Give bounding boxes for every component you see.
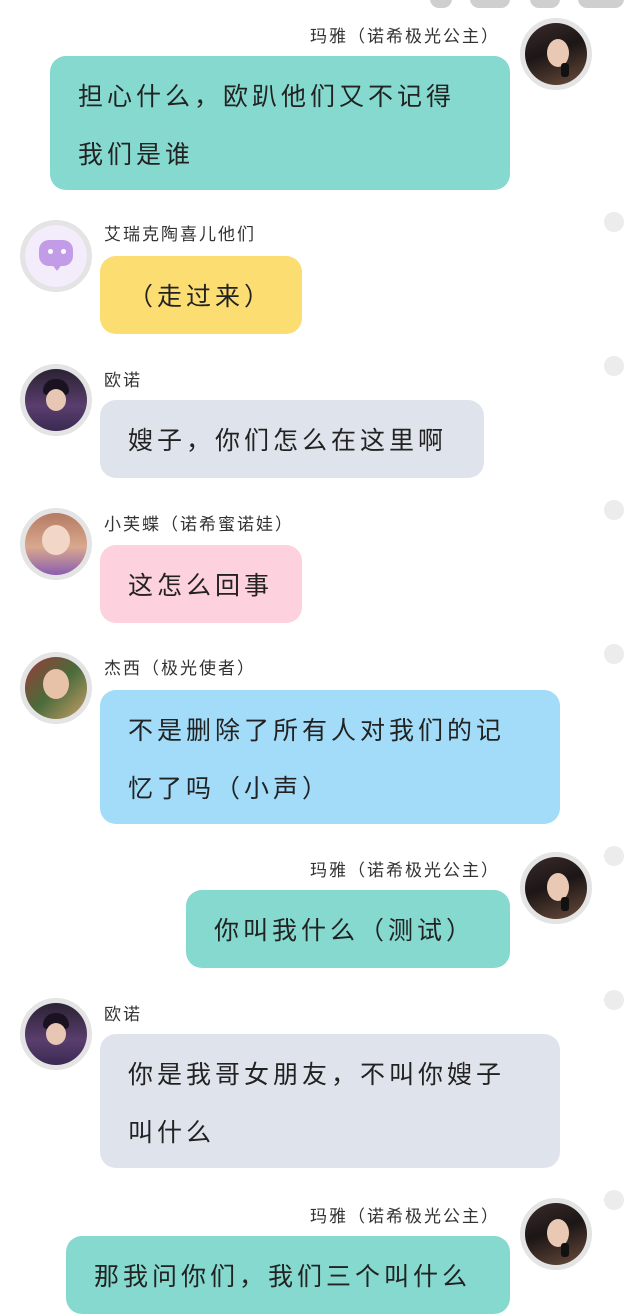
sender-name: 玛雅（诺希极光公主） — [310, 27, 500, 47]
message-line: （走过来） — [128, 282, 274, 311]
avatar[interactable] — [520, 18, 592, 90]
avatar[interactable] — [20, 998, 92, 1070]
sender-name: 杰西（极光使者） — [104, 659, 256, 679]
avatar[interactable] — [20, 652, 92, 724]
message-line: 叫什么 — [128, 1118, 216, 1147]
status-bar-remnant — [0, 0, 640, 14]
avatar[interactable] — [20, 220, 92, 292]
select-radio[interactable] — [604, 500, 624, 520]
message-line: 这怎么回事 — [128, 571, 274, 600]
sender-name: 玛雅（诺希极光公主） — [310, 1207, 500, 1227]
xiaofudie-avatar-icon — [25, 513, 87, 575]
status-icon — [578, 0, 624, 8]
message-line: 嫂子，你们怎么在这里啊 — [128, 426, 448, 455]
ouno-avatar-icon — [25, 1003, 87, 1065]
message-line: 不是删除了所有人对我们的记 — [128, 716, 506, 745]
chat-bubble-avatar-icon — [25, 225, 87, 287]
sender-name: 欧诺 — [104, 371, 142, 391]
select-radio[interactable] — [604, 1190, 624, 1210]
status-icon — [430, 0, 452, 8]
message-bubble[interactable]: 这怎么回事 — [100, 545, 302, 623]
status-icon — [470, 0, 510, 8]
maya-avatar-icon — [525, 23, 587, 85]
message-line: 忆了吗（小声） — [128, 774, 332, 803]
message-line: 那我问你们，我们三个叫什么 — [94, 1262, 472, 1291]
avatar[interactable] — [520, 1198, 592, 1270]
message-bubble[interactable]: 嫂子，你们怎么在这里啊 — [100, 400, 484, 478]
maya-avatar-icon — [525, 857, 587, 919]
message-line: 我们是谁 — [78, 140, 195, 169]
sender-name: 艾瑞克陶喜儿他们 — [104, 225, 256, 245]
select-radio[interactable] — [604, 846, 624, 866]
select-radio[interactable] — [604, 212, 624, 232]
sender-name: 玛雅（诺希极光公主） — [310, 861, 500, 881]
message-bubble[interactable]: 那我问你们，我们三个叫什么 — [66, 1236, 510, 1314]
message-line: 担心什么，欧趴他们又不记得 — [78, 82, 456, 111]
message-bubble[interactable]: 担心什么，欧趴他们又不记得 我们是谁 — [50, 56, 510, 190]
avatar[interactable] — [20, 364, 92, 436]
message-bubble[interactable]: 你叫我什么（测试） — [186, 890, 510, 968]
status-icon — [530, 0, 560, 8]
message-bubble[interactable]: 你是我哥女朋友，不叫你嫂子 叫什么 — [100, 1034, 560, 1168]
select-radio[interactable] — [604, 990, 624, 1010]
message-line: 你是我哥女朋友，不叫你嫂子 — [128, 1060, 506, 1089]
select-radio[interactable] — [604, 356, 624, 376]
message-line: 你叫我什么（测试） — [214, 916, 476, 945]
sender-name: 欧诺 — [104, 1005, 142, 1025]
message-bubble[interactable]: 不是删除了所有人对我们的记 忆了吗（小声） — [100, 690, 560, 824]
jiexi-avatar-icon — [25, 657, 87, 719]
message-bubble[interactable]: （走过来） — [100, 256, 302, 334]
select-radio[interactable] — [604, 644, 624, 664]
avatar[interactable] — [520, 852, 592, 924]
sender-name: 小芙蝶（诺希蜜诺娃） — [104, 515, 294, 535]
maya-avatar-icon — [525, 1203, 587, 1265]
ouno-avatar-icon — [25, 369, 87, 431]
avatar[interactable] — [20, 508, 92, 580]
